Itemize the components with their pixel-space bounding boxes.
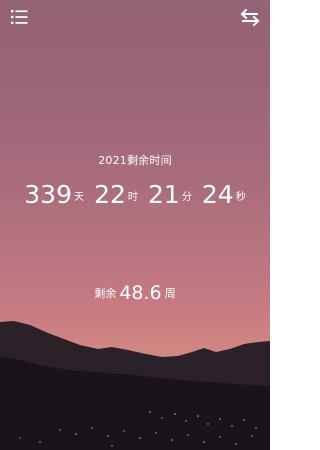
weeks-label: 剩余 [94, 287, 117, 300]
weeks-value: 48.6 [119, 282, 162, 304]
days-value: 339 [24, 180, 72, 209]
minutes-unit: 分 [181, 191, 192, 203]
hours-unit: 时 [127, 191, 138, 203]
countdown-screen: 2021剩余时间 339 天 22 时 21 分 24 秒 剩余 48.6 周 [0, 0, 270, 450]
list-menu-icon [11, 10, 28, 24]
weeks-unit: 周 [164, 287, 176, 300]
days-unit: 天 [74, 191, 84, 203]
countdown-title: 2021剩余时间 [98, 154, 172, 167]
hours-value: 22 [94, 180, 126, 209]
menu-button[interactable] [9, 6, 31, 28]
minutes-value: 21 [148, 180, 180, 209]
swap-arrows-icon [240, 8, 260, 27]
swap-button[interactable] [239, 6, 261, 28]
seconds-value: 24 [201, 180, 234, 209]
countdown-display: 339 天 22 时 21 分 24 秒 [0, 180, 270, 210]
weeks-remaining: 剩余 48.6 周 [0, 282, 270, 304]
mountain-background [0, 321, 270, 450]
seconds-unit: 秒 [235, 191, 246, 203]
